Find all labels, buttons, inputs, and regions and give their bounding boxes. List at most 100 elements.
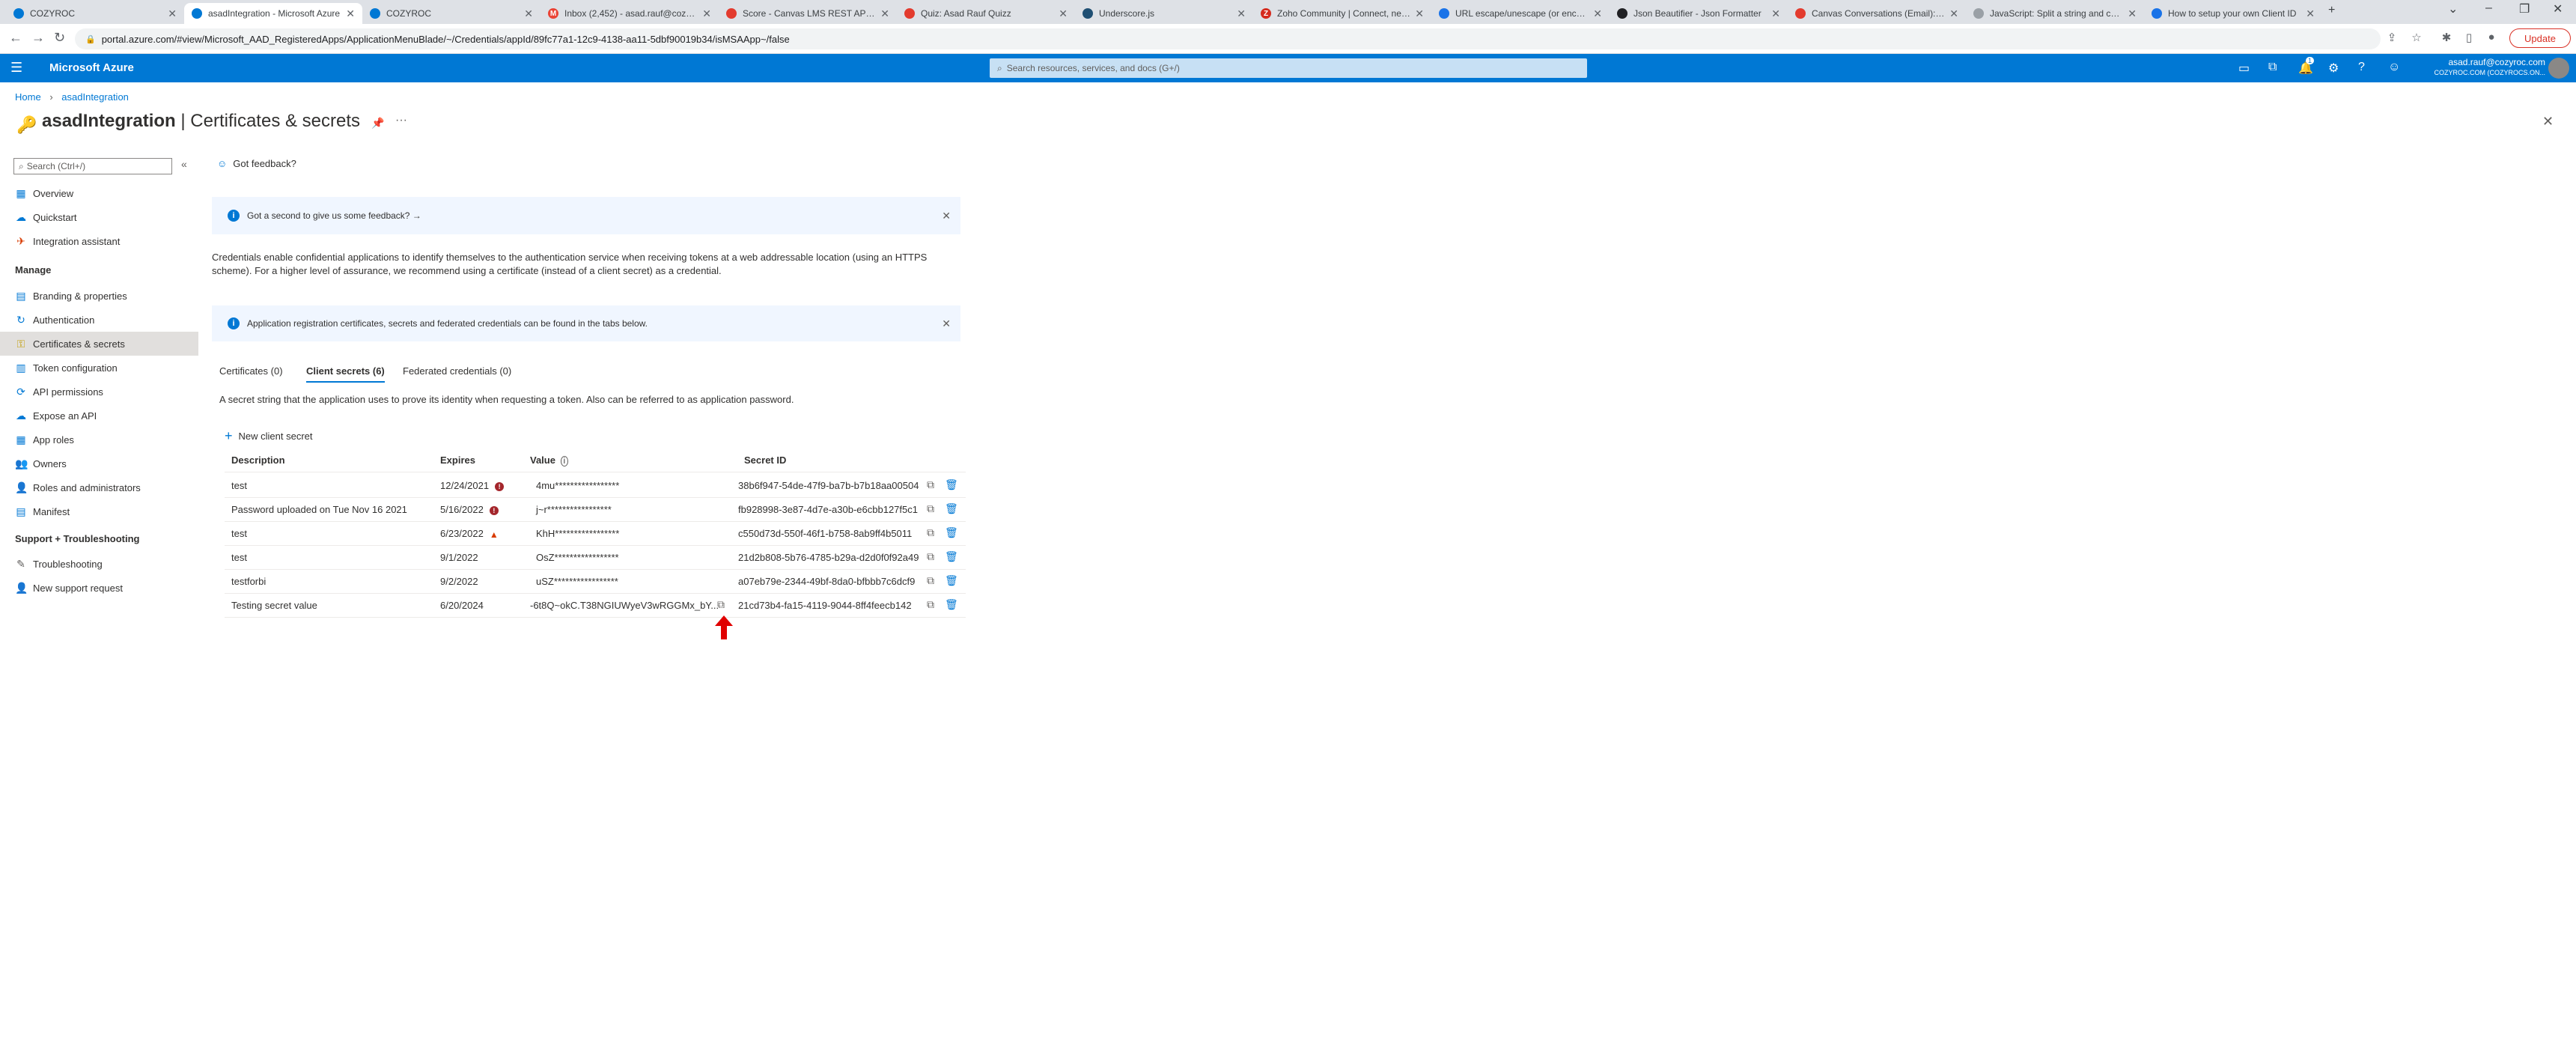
tab-close-icon[interactable]: ✕ xyxy=(2306,7,2315,20)
copy-secret-id-icon[interactable]: ⧉ xyxy=(927,574,934,587)
directory-filter-icon[interactable]: ⧉ xyxy=(2268,61,2277,74)
tab-close-icon[interactable]: ✕ xyxy=(346,7,355,20)
url-bar[interactable]: 🔒 portal.azure.com/#view/Microsoft_AAD_R… xyxy=(75,28,2381,49)
copy-secret-id-icon[interactable]: ⧉ xyxy=(927,550,934,563)
feedback-icon[interactable]: ☺ xyxy=(2388,61,2400,74)
credential-tab[interactable]: Certificates (0) xyxy=(219,365,283,377)
tab-title: Score - Canvas LMS REST API Do xyxy=(743,8,877,19)
browser-tab[interactable]: asadIntegration - Microsoft Azure ✕ xyxy=(184,3,362,24)
delete-trash-icon[interactable]: 🗑 xyxy=(945,526,958,539)
tab-close-icon[interactable]: ✕ xyxy=(1949,7,1958,20)
reload-icon[interactable]: ↻ xyxy=(54,30,65,46)
pin-icon[interactable]: 📌 xyxy=(371,117,384,130)
share-icon[interactable]: ⇪ xyxy=(2384,31,2399,46)
browser-tab[interactable]: Json Beautifier - Json Formatter ✕ xyxy=(1610,3,1788,24)
browser-tab[interactable]: COZYROC ✕ xyxy=(6,3,184,24)
minimize-icon[interactable]: – xyxy=(2485,1,2492,15)
sidebar-item[interactable]: ☁ Quickstart xyxy=(0,205,198,229)
feedback-banner-link[interactable]: Got a second to give us some feedback? → xyxy=(247,210,421,221)
copy-secret-id-icon[interactable]: ⧉ xyxy=(927,502,934,515)
sidebar-item-label: Overview xyxy=(33,187,74,199)
sidebar-item[interactable]: ⟳ API permissions xyxy=(0,380,198,404)
avatar[interactable] xyxy=(2548,58,2569,79)
tab-close-icon[interactable]: ✕ xyxy=(702,7,711,20)
global-search-input[interactable]: ⌕ Search resources, services, and docs (… xyxy=(990,58,1587,78)
delete-trash-icon[interactable]: 🗑 xyxy=(945,478,958,491)
breadcrumb-home[interactable]: Home xyxy=(15,91,41,103)
tab-close-icon[interactable]: ✕ xyxy=(2128,7,2137,20)
sidebar-item[interactable]: ▤ Branding & properties xyxy=(0,284,198,308)
new-tab-icon[interactable]: + xyxy=(2328,4,2335,17)
browser-tab[interactable]: Canvas Conversations (Email): Can ✕ xyxy=(1788,3,1966,24)
browser-tab[interactable]: URL escape/unescape (or encode ✕ xyxy=(1431,3,1610,24)
tab-close-icon[interactable]: ✕ xyxy=(168,7,177,20)
cloud-shell-icon[interactable]: ▭ xyxy=(2238,61,2250,76)
browser-tab[interactable]: Quiz: Asad Rauf Quizz ✕ xyxy=(897,3,1075,24)
tab-close-icon[interactable]: ✕ xyxy=(1059,7,1068,20)
delete-trash-icon[interactable]: 🗑 xyxy=(945,574,958,587)
browser-tab[interactable]: Z Zoho Community | Connect, network ✕ xyxy=(1253,3,1431,24)
sidebar-item[interactable]: ⚿ Certificates & secrets xyxy=(0,332,198,356)
forward-icon[interactable]: → xyxy=(31,30,45,46)
sidebar-item[interactable]: 👤 New support request xyxy=(0,576,198,600)
browser-tab[interactable]: M Inbox (2,452) - asad.rauf@cozyroc ✕ xyxy=(541,3,719,24)
got-feedback-button[interactable]: ☺ Got feedback? xyxy=(217,158,296,169)
sidebar-item[interactable]: ↻ Authentication xyxy=(0,308,198,332)
tab-close-icon[interactable]: ✕ xyxy=(1593,7,1602,20)
tab-search-icon[interactable]: ⌄ xyxy=(2448,1,2458,16)
sidebar-item[interactable]: ✈ Integration assistant xyxy=(0,229,198,253)
client-secrets-description: A secret string that the application use… xyxy=(219,394,794,405)
tab-close-icon[interactable]: ✕ xyxy=(1237,7,1246,20)
tab-title: Underscore.js xyxy=(1099,8,1155,19)
update-button[interactable]: Update xyxy=(2509,28,2571,48)
back-icon[interactable]: ← xyxy=(9,30,22,46)
secret-expires-date: 6/20/2024 xyxy=(440,600,484,611)
copy-value-icon[interactable]: ⧉ xyxy=(717,598,725,611)
bookmark-star-icon[interactable]: ☆ xyxy=(2409,31,2424,46)
value-info-icon[interactable]: i xyxy=(560,456,569,466)
delete-trash-icon[interactable]: 🗑 xyxy=(945,502,958,515)
sidebar-item[interactable]: ☁ Expose an API xyxy=(0,404,198,428)
settings-gear-icon[interactable]: ⚙ xyxy=(2328,61,2339,76)
sidebar-search-input[interactable]: ⌕ Search (Ctrl+/) xyxy=(13,158,172,174)
sidebar-item[interactable]: ▤ Manifest xyxy=(0,499,198,523)
blade-close-icon[interactable]: ✕ xyxy=(2542,114,2554,130)
account-info[interactable]: asad.rauf@cozyroc.com COZYROC.COM (COZYR… xyxy=(2411,57,2546,78)
browser-tab[interactable]: JavaScript: Split a string and conv ✕ xyxy=(1966,3,2144,24)
browser-tab[interactable]: How to setup your own Client ID ✕ xyxy=(2144,3,2322,24)
browser-tab[interactable]: Underscore.js ✕ xyxy=(1075,3,1253,24)
sidebar-item[interactable]: ▦ App roles xyxy=(0,428,198,451)
copy-secret-id-icon[interactable]: ⧉ xyxy=(927,478,934,491)
copy-secret-id-icon[interactable]: ⧉ xyxy=(927,598,934,611)
sidebar-item[interactable]: ▦ Overview xyxy=(0,181,198,205)
sidebar-item[interactable]: 👥 Owners xyxy=(0,451,198,475)
delete-trash-icon[interactable]: 🗑 xyxy=(945,598,958,611)
banner-close-icon[interactable]: ✕ xyxy=(942,210,951,222)
hamburger-menu-icon[interactable]: ☰ xyxy=(10,60,22,76)
credential-tab[interactable]: Federated credentials (0) xyxy=(403,365,511,377)
window-close-icon[interactable]: ✕ xyxy=(2553,1,2563,16)
browser-tab[interactable]: Score - Canvas LMS REST API Do ✕ xyxy=(719,3,897,24)
delete-trash-icon[interactable]: 🗑 xyxy=(945,550,958,563)
banner-close-icon[interactable]: ✕ xyxy=(942,317,951,330)
new-client-secret-button[interactable]: + New client secret xyxy=(225,428,313,444)
restore-icon[interactable]: ❐ xyxy=(2519,1,2530,16)
tab-close-icon[interactable]: ✕ xyxy=(880,7,889,20)
breadcrumb-resource[interactable]: asadIntegration xyxy=(61,91,129,103)
profile-icon[interactable]: ● xyxy=(2484,31,2499,46)
tab-close-icon[interactable]: ✕ xyxy=(1415,7,1424,20)
browser-tab[interactable]: COZYROC ✕ xyxy=(362,3,541,24)
sidebar-item[interactable]: 👤 Roles and administrators xyxy=(0,475,198,499)
sidebar-item[interactable]: ▥ Token configuration xyxy=(0,356,198,380)
collapse-sidebar-icon[interactable]: « xyxy=(181,158,187,170)
copy-secret-id-icon[interactable]: ⧉ xyxy=(927,526,934,539)
more-options-icon[interactable]: ··· xyxy=(395,114,407,127)
extensions-icon[interactable]: ✱ xyxy=(2439,31,2454,46)
credential-tab[interactable]: Client secrets (6) xyxy=(306,365,385,383)
sidebar-item[interactable]: ✎ Troubleshooting xyxy=(0,552,198,576)
tab-close-icon[interactable]: ✕ xyxy=(1771,7,1780,20)
tab-close-icon[interactable]: ✕ xyxy=(524,7,533,20)
azure-brand[interactable]: Microsoft Azure xyxy=(49,61,134,74)
sidepanel-icon[interactable]: ▯ xyxy=(2461,31,2476,46)
help-icon[interactable]: ? xyxy=(2358,61,2365,74)
